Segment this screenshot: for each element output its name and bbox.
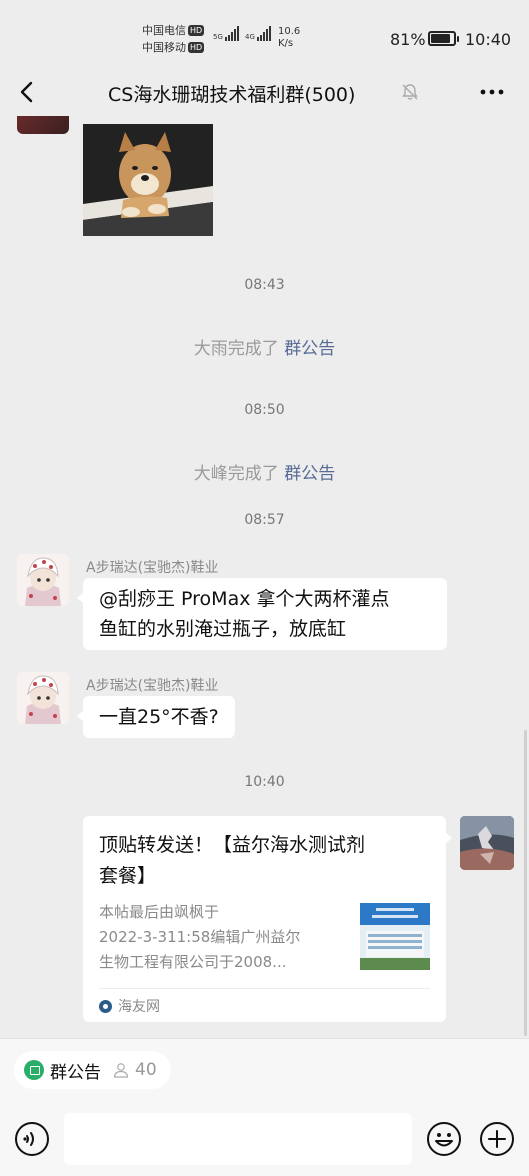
emoji-icon[interactable] <box>426 1121 462 1157</box>
system-message: 大峰完成了 群公告 <box>0 459 529 484</box>
speed-unit: K/s <box>278 38 294 49</box>
voice-input-icon[interactable] <box>14 1121 50 1157</box>
plus-icon[interactable] <box>479 1121 515 1157</box>
card-desc-line: 本帖最后由飒枫于 <box>99 903 220 921</box>
card-source: 海友网 <box>99 996 160 1016</box>
card-thumbnail <box>360 903 430 970</box>
speed-value: 10.6 <box>278 26 301 37</box>
mute-bell-icon <box>402 84 418 100</box>
clock: 10:40 <box>465 30 512 49</box>
timestamp: 08:57 <box>244 512 285 528</box>
card-source-name: 海友网 <box>118 999 160 1015</box>
carrier-1: 中国电信 <box>142 24 186 37</box>
my-avatar[interactable] <box>460 816 514 870</box>
timestamp: 08:50 <box>244 402 285 418</box>
card-desc-line: 生物工程有限公司于2008... <box>99 953 287 971</box>
message-text-line: 鱼缸的水别淹过瓶子，放底缸 <box>99 618 347 640</box>
timestamp: 10:40 <box>244 774 285 790</box>
card-title-line: 顶贴转发送！【益尔海水测试剂 <box>99 834 366 856</box>
battery-icon <box>428 31 459 46</box>
avatar[interactable] <box>17 672 69 724</box>
carrier-info: 中国电信 HD 中国移动 HD <box>142 22 205 56</box>
message-bubble[interactable]: 一直25°不香? <box>77 696 235 738</box>
hd-badge: HD <box>188 42 205 53</box>
card-title-line: 套餐】 <box>99 865 157 887</box>
notice-read-count: 40 <box>135 1060 157 1080</box>
carrier-2: 中国移动 <box>142 41 186 54</box>
group-notice-link[interactable]: 群公告 <box>284 464 335 484</box>
message-text-line: @刮痧王 ProMax 拿个大两杯灌点 <box>99 588 390 610</box>
sender-name: A步瑞达(宝驰杰)鞋业 <box>86 560 219 576</box>
image-message-dog[interactable] <box>83 124 213 236</box>
group-notice-button[interactable]: 群公告 40 <box>14 1051 171 1089</box>
battery-percentage: 81% <box>390 30 426 49</box>
signal-icon: 4G <box>245 26 271 41</box>
shared-link-card[interactable]: 顶贴转发送！【益尔海水测试剂 套餐】 本帖最后由飒枫于 2022-3-311:5… <box>83 816 452 1022</box>
signal-icon: 5G <box>213 26 239 41</box>
avatar[interactable] <box>17 554 69 606</box>
network-type-1: 5G <box>213 33 223 41</box>
back-arrow-icon[interactable] <box>14 78 42 106</box>
card-desc-line: 2022-3-311:58编辑广州益尔 <box>99 928 301 946</box>
sender-name: A步瑞达(宝驰杰)鞋业 <box>86 678 219 694</box>
source-app-icon <box>99 999 112 1013</box>
group-notice-label: 群公告 <box>50 1062 101 1083</box>
card-divider <box>99 988 430 989</box>
chat-title: CS海水珊瑚技术福利群(500) <box>108 84 356 106</box>
status-bar: 中国电信 HD 中国移动 HD 5G 4G 10.6 K/s 81% 10:40 <box>0 0 529 70</box>
timestamp: 08:43 <box>244 277 285 293</box>
network-type-2: 4G <box>245 33 255 41</box>
bottom-panel: 群公告 40 <box>0 1038 529 1176</box>
network-speed: 10.6 K/s <box>278 26 300 50</box>
message-input[interactable] <box>64 1113 412 1165</box>
avatar[interactable] <box>17 116 69 134</box>
more-options-icon[interactable] <box>478 80 506 104</box>
scrollbar[interactable] <box>524 730 527 1036</box>
card-title: 顶贴转发送！【益尔海水测试剂 套餐】 <box>99 830 429 892</box>
message-list[interactable]: 08:43 大雨完成了 群公告 08:50 大峰完成了 群公告 08:57 A步… <box>0 116 529 1038</box>
message-bubble[interactable]: @刮痧王 ProMax 拿个大两杯灌点 鱼缸的水别淹过瓶子，放底缸 <box>77 578 447 650</box>
system-message-text: 大峰完成了 <box>193 464 285 484</box>
hd-badge: HD <box>188 25 205 36</box>
system-message-text: 大雨完成了 <box>193 339 285 359</box>
chat-header: CS海水珊瑚技术福利群(500) <box>0 70 529 116</box>
group-notice-icon <box>24 1060 44 1080</box>
person-icon <box>113 1063 129 1078</box>
system-message: 大雨完成了 群公告 <box>0 334 529 359</box>
group-notice-link[interactable]: 群公告 <box>284 339 335 359</box>
card-description: 本帖最后由飒枫于 2022-3-311:58编辑广州益尔 生物工程有限公司于20… <box>99 900 344 975</box>
message-text: 一直25°不香? <box>99 706 219 728</box>
